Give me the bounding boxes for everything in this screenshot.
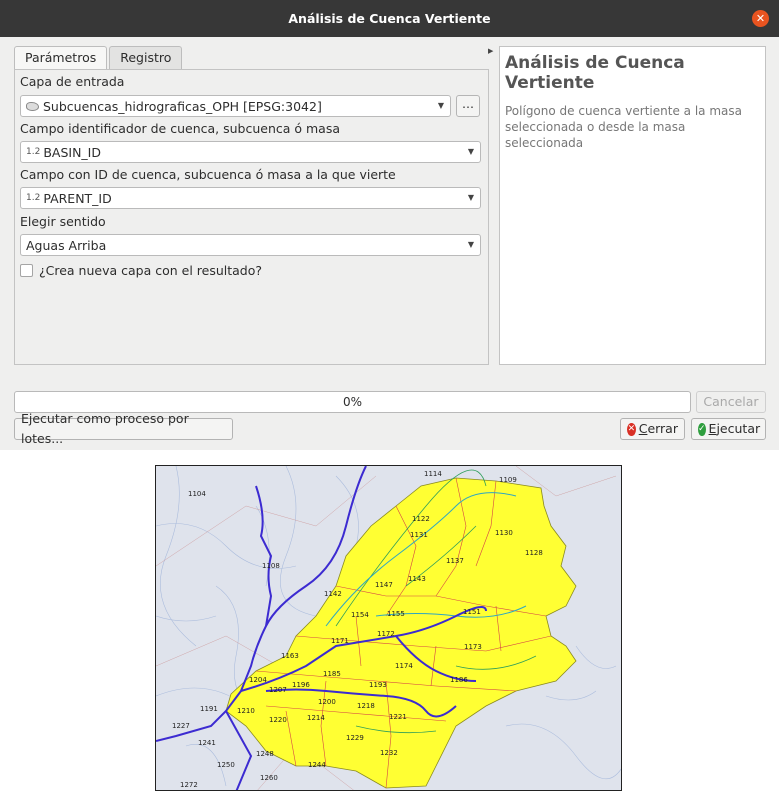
parent-id-value: PARENT_ID <box>43 190 112 206</box>
basin-label: 1214 <box>307 714 325 722</box>
basin-label: 1163 <box>281 652 299 660</box>
check-icon: ✓ <box>698 422 706 436</box>
new-layer-checkbox[interactable] <box>20 264 33 277</box>
numeric-field-icon: 1.2 <box>26 147 41 157</box>
basin-label: 1227 <box>172 722 190 730</box>
basin-label: 1220 <box>269 716 287 724</box>
basin-label: 1155 <box>387 610 405 618</box>
direction-combo[interactable]: Aguas Arriba ▼ <box>20 234 481 256</box>
basin-label: 1218 <box>357 702 375 710</box>
basin-label: 1185 <box>323 670 341 678</box>
basin-label: 1204 <box>249 676 267 684</box>
basin-map: 1104 1114 1109 1122 1131 1130 1128 1137 … <box>155 465 622 791</box>
dropdown-arrow-icon: ▼ <box>467 147 474 156</box>
basin-label: 1130 <box>495 529 513 537</box>
basin-label: 1191 <box>200 705 218 713</box>
window-title: Análisis de Cuenca Vertiente <box>288 11 491 26</box>
close-button-label: errar <box>647 421 678 436</box>
basin-label: 1200 <box>318 698 336 706</box>
run-button-label: jecutar <box>716 421 761 436</box>
basin-id-label: Campo identificador de cuenca, subcuenca… <box>20 121 341 136</box>
basin-map-svg: 1104 1114 1109 1122 1131 1130 1128 1137 … <box>156 466 621 790</box>
basin-label: 1108 <box>262 562 280 570</box>
dropdown-arrow-icon: ▼ <box>467 193 474 202</box>
numeric-field-icon: 1.2 <box>26 193 41 203</box>
basin-label: 1196 <box>292 681 310 689</box>
basin-label: 1207 <box>269 686 287 694</box>
dropdown-arrow-icon: ▼ <box>467 240 474 249</box>
cancel-button[interactable]: Cancelar <box>696 391 766 413</box>
basin-id-combo[interactable]: 1.2 BASIN_ID ▼ <box>20 141 481 163</box>
input-layer-value: Subcuencas_hidrograficas_OPH [EPSG:3042] <box>43 98 322 114</box>
basin-label: 1104 <box>188 490 206 498</box>
run-button[interactable]: ✓ Ejecutar <box>691 418 766 440</box>
basin-label: 1151 <box>463 608 481 616</box>
basin-label: 1250 <box>217 761 235 769</box>
help-text: Polígono de cuenca vertiente a la masa s… <box>505 104 742 150</box>
input-layer-combo[interactable]: Subcuencas_hidrograficas_OPH [EPSG:3042]… <box>20 95 451 117</box>
cross-icon: ✕ <box>627 422 636 436</box>
batch-process-button[interactable]: Ejecutar como proceso por lotes... <box>14 411 233 446</box>
basin-label: 1171 <box>331 637 349 645</box>
basin-label: 1186 <box>450 676 468 684</box>
basin-label: 1147 <box>375 581 393 589</box>
help-panel: Análisis de Cuenca Vertiente Polígono de… <box>499 46 766 365</box>
basin-label: 1109 <box>499 476 517 484</box>
dropdown-arrow-icon: ▼ <box>437 101 444 110</box>
tab-bar: Parámetros Registro <box>14 46 184 71</box>
direction-value: Aguas Arriba <box>26 237 107 253</box>
parent-id-label: Campo con ID de cuenca, subcuenca ó masa… <box>20 167 396 182</box>
basin-label: 1232 <box>380 749 398 757</box>
basin-label: 1137 <box>446 557 464 565</box>
new-layer-label: ¿Crea nueva capa con el resultado? <box>39 263 263 278</box>
basin-label: 1122 <box>412 515 430 523</box>
basin-label: 1241 <box>198 739 216 747</box>
new-layer-option: ¿Crea nueva capa con el resultado? <box>20 263 262 278</box>
parameters-panel: Capa de entrada Subcuencas_hidrograficas… <box>14 69 489 365</box>
basin-label: 1173 <box>464 643 482 651</box>
basin-label: 1229 <box>346 734 364 742</box>
polygon-layer-icon <box>26 101 39 111</box>
basin-label: 1174 <box>395 662 413 670</box>
input-layer-label: Capa de entrada <box>20 74 125 89</box>
basin-label: 1272 <box>180 781 198 789</box>
basin-label: 1143 <box>408 575 426 583</box>
progress-text: 0% <box>342 395 363 409</box>
basin-label: 1131 <box>410 531 428 539</box>
basin-label: 1128 <box>525 549 543 557</box>
browse-button[interactable]: … <box>456 95 480 117</box>
basin-label: 1142 <box>324 590 342 598</box>
basin-label: 1193 <box>369 681 387 689</box>
basin-label: 1172 <box>377 630 395 638</box>
basin-id-value: BASIN_ID <box>43 144 101 160</box>
basin-label: 1221 <box>389 713 407 721</box>
close-button[interactable]: ✕ Cerrar <box>620 418 685 440</box>
basin-label: 1114 <box>424 470 442 478</box>
tab-registro[interactable]: Registro <box>109 46 183 70</box>
tab-parametros[interactable]: Parámetros <box>14 46 108 71</box>
help-title: Análisis de Cuenca Vertiente <box>505 53 685 93</box>
basin-label: 1248 <box>256 750 274 758</box>
close-button-mnemonic: C <box>638 421 648 436</box>
title-bar: Análisis de Cuenca Vertiente ✕ <box>0 0 779 37</box>
direction-label: Elegir sentido <box>20 214 106 229</box>
parent-id-combo[interactable]: 1.2 PARENT_ID ▼ <box>20 187 481 209</box>
basin-label: 1244 <box>308 761 326 769</box>
basin-label: 1210 <box>237 707 255 715</box>
basin-label: 1154 <box>351 611 369 619</box>
processing-dialog: Análisis de Cuenca Vertiente ✕ Parámetro… <box>0 0 779 450</box>
basin-label: 1260 <box>260 774 278 782</box>
close-icon[interactable]: ✕ <box>752 10 769 27</box>
splitter-handle-icon[interactable]: ▶ <box>488 47 493 55</box>
